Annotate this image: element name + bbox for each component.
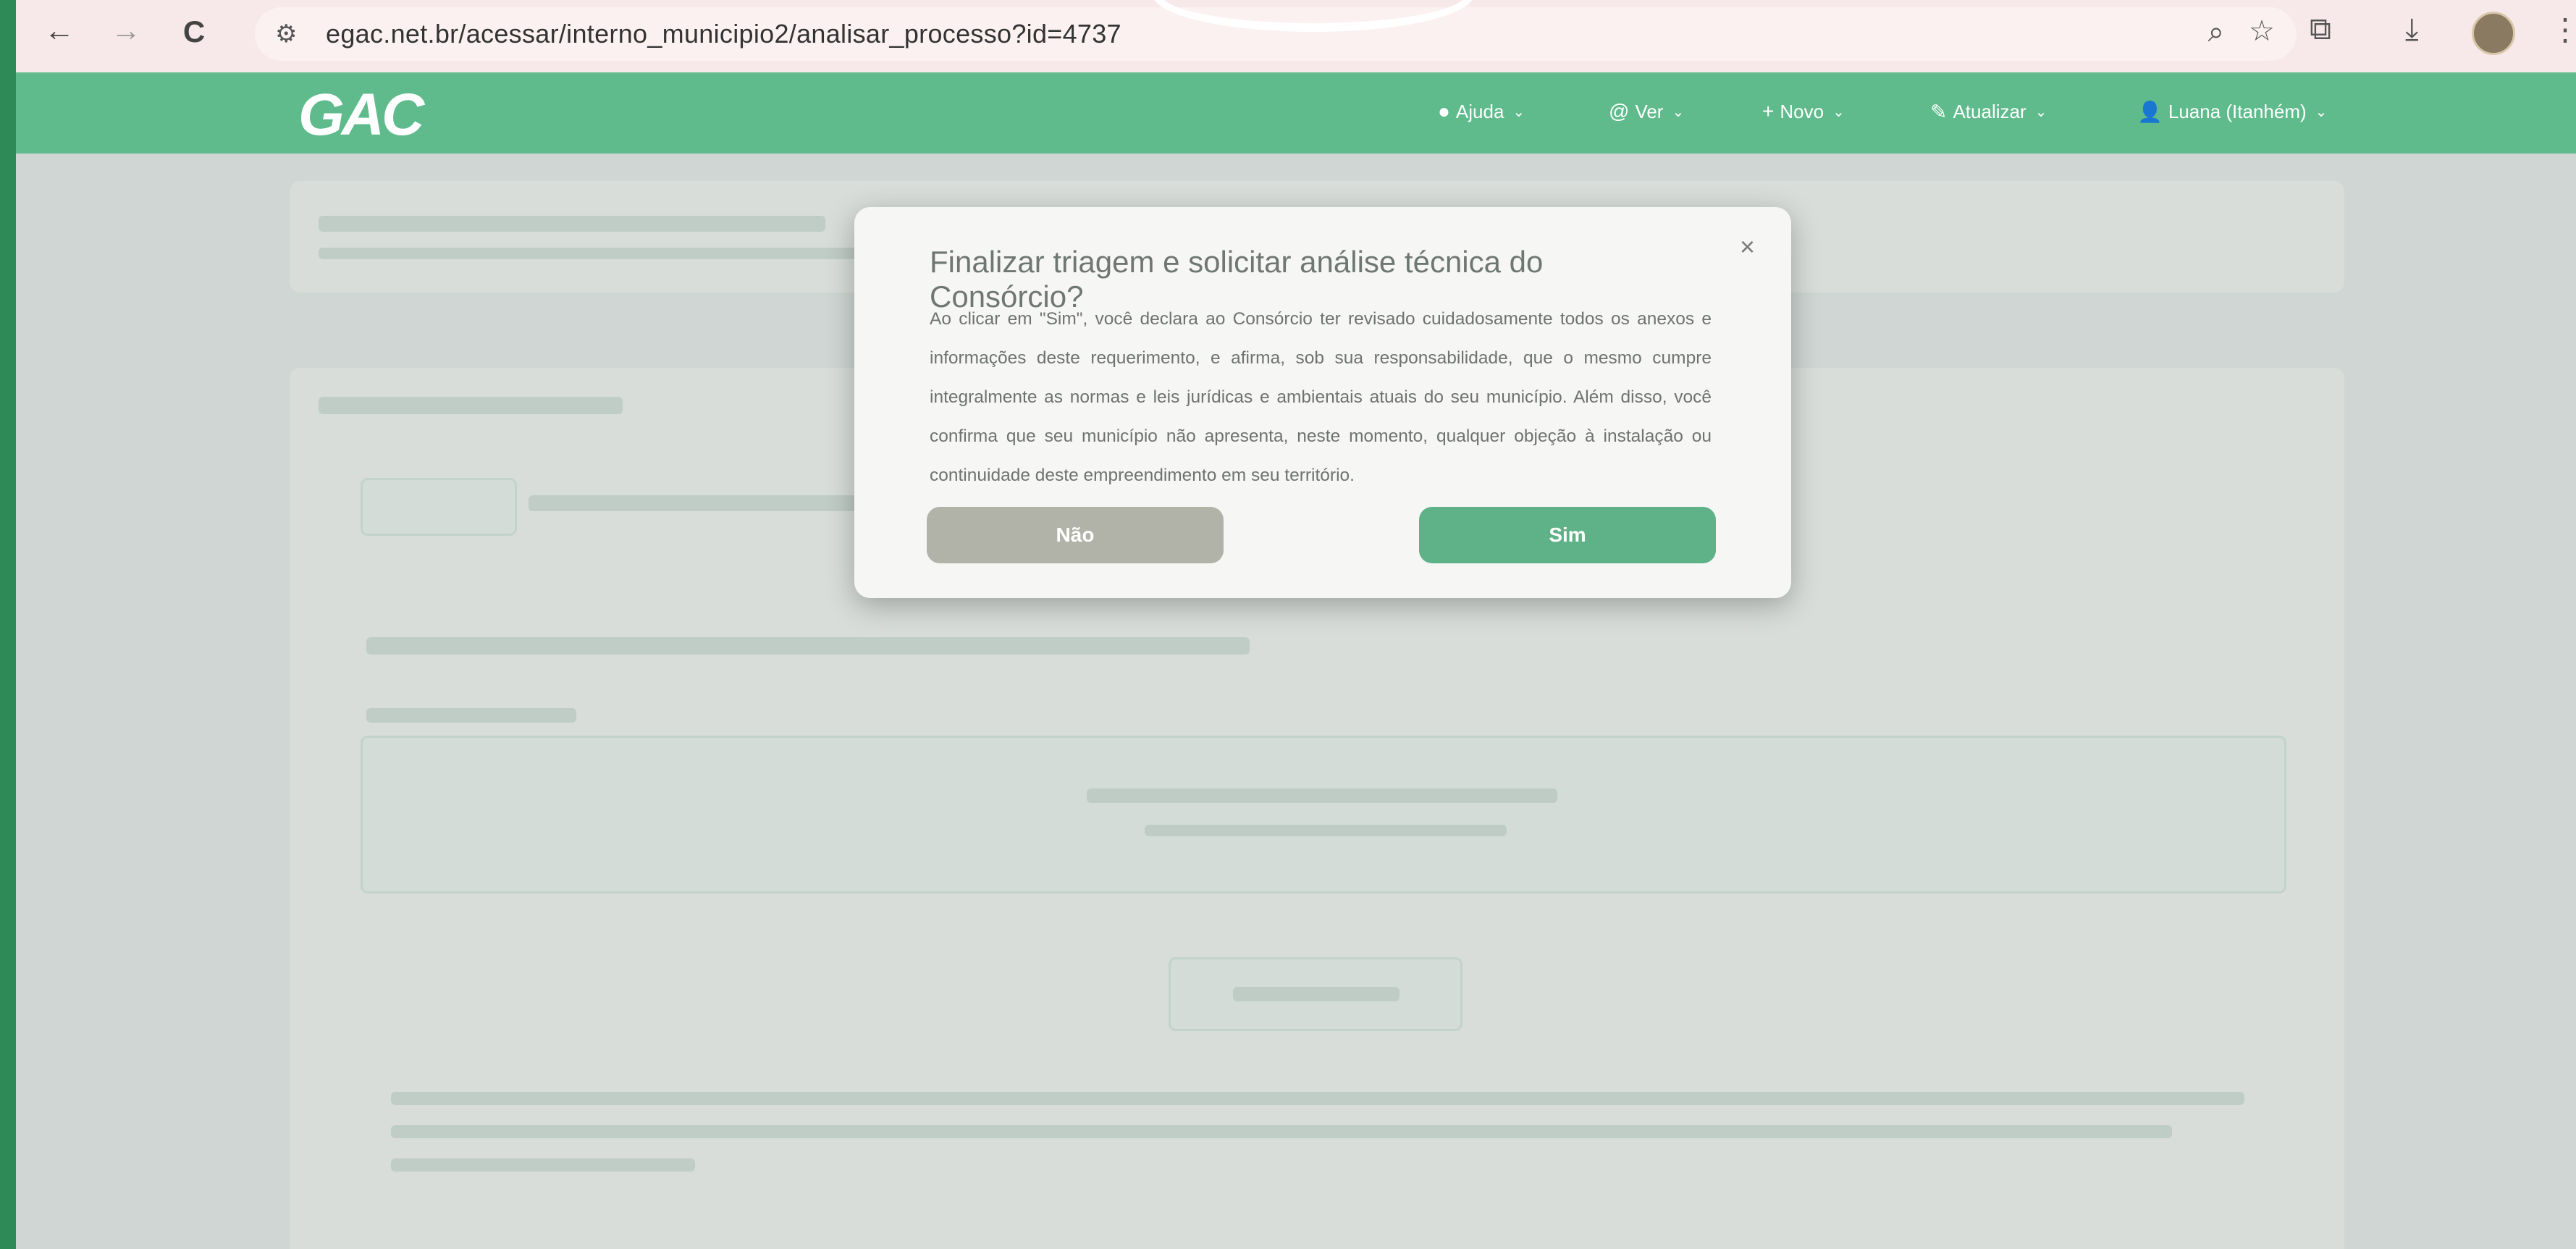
zoom-icon[interactable]: ⌕ [2208,16,2224,49]
pencil-icon: ✎ [1930,101,1948,123]
blurred-text [529,495,891,511]
back-button[interactable]: ← [30,13,88,48]
blurred-text [391,1158,695,1172]
menu-label: Atualizar [1953,101,2026,122]
chevron-down-icon: ⌄ [2315,104,2328,120]
url-text[interactable]: egac.net.br/acessar/interno_municipio2/a… [326,19,1121,49]
menu-user[interactable]: 👤 Luana (Itanhém) ⌄ [2137,100,2327,124]
no-button[interactable]: Não [927,507,1224,563]
profile-avatar[interactable] [2472,12,2515,55]
upload-area [361,736,2286,893]
blurred-text [366,637,1250,655]
menu-label: Ajuda [1455,100,1504,122]
more-menu-icon[interactable]: ⋮ [2550,12,2576,47]
plus-icon: + [1762,100,1775,122]
blurred-button [1169,957,1462,1031]
blurred-button [361,478,517,536]
eye-icon: @ [1609,100,1630,122]
close-icon[interactable]: × [1740,232,1755,262]
yes-button[interactable]: Sim [1419,507,1716,563]
chevron-down-icon: ⌄ [1672,104,1685,120]
blurred-text [391,1092,2244,1105]
app-logo[interactable]: GAC [298,81,424,149]
dialog-message: Ao clicar em "Sim", você declara ao Cons… [930,309,1712,485]
menu-label: Ver [1635,100,1664,122]
blurred-text [1233,987,1399,1001]
app-header: GAC ● Ajuda ⌄ @ Ver ⌄ + Novo ⌄ ✎ Atualiz… [16,72,2576,154]
blurred-text [391,1125,2172,1138]
menu-label: Luana (Itanhém) [2168,101,2307,122]
blurred-text [366,708,576,723]
browser-toolbar: ← → C ⚙ egac.net.br/acessar/interno_muni… [16,0,2576,72]
browser-window: ← → C ⚙ egac.net.br/acessar/interno_muni… [16,0,2576,1249]
menu-label: Novo [1780,100,1824,122]
menu-novo[interactable]: + Novo ⌄ [1762,100,1845,123]
chevron-down-icon: ⌄ [1512,104,1525,120]
chevron-down-icon: ⌄ [2034,104,2047,120]
user-icon: 👤 [2137,101,2163,123]
blurred-text [319,248,869,259]
forward-button[interactable]: → [97,13,155,48]
menu-ver[interactable]: @ Ver ⌄ [1609,100,1684,123]
download-icon[interactable]: ⤓ [2405,12,2419,47]
chevron-down-icon: ⌄ [1832,104,1845,120]
bookmark-star-icon[interactable]: ☆ [2249,14,2275,48]
extensions-icon[interactable]: ⧉ [2310,12,2331,47]
menu-atualizar[interactable]: ✎ Atualizar ⌄ [1930,100,2047,124]
reload-button[interactable]: C [165,14,223,49]
help-icon: ● [1438,100,1450,122]
blurred-text [319,397,623,414]
blurred-text [319,216,825,232]
menu-ajuda[interactable]: ● Ajuda ⌄ [1438,100,1525,123]
blurred-text [1145,825,1507,836]
site-settings-icon[interactable]: ⚙ [275,20,326,49]
confirm-dialog: Finalizar triagem e solicitar análise té… [854,207,1791,598]
blurred-text [1087,788,1557,803]
